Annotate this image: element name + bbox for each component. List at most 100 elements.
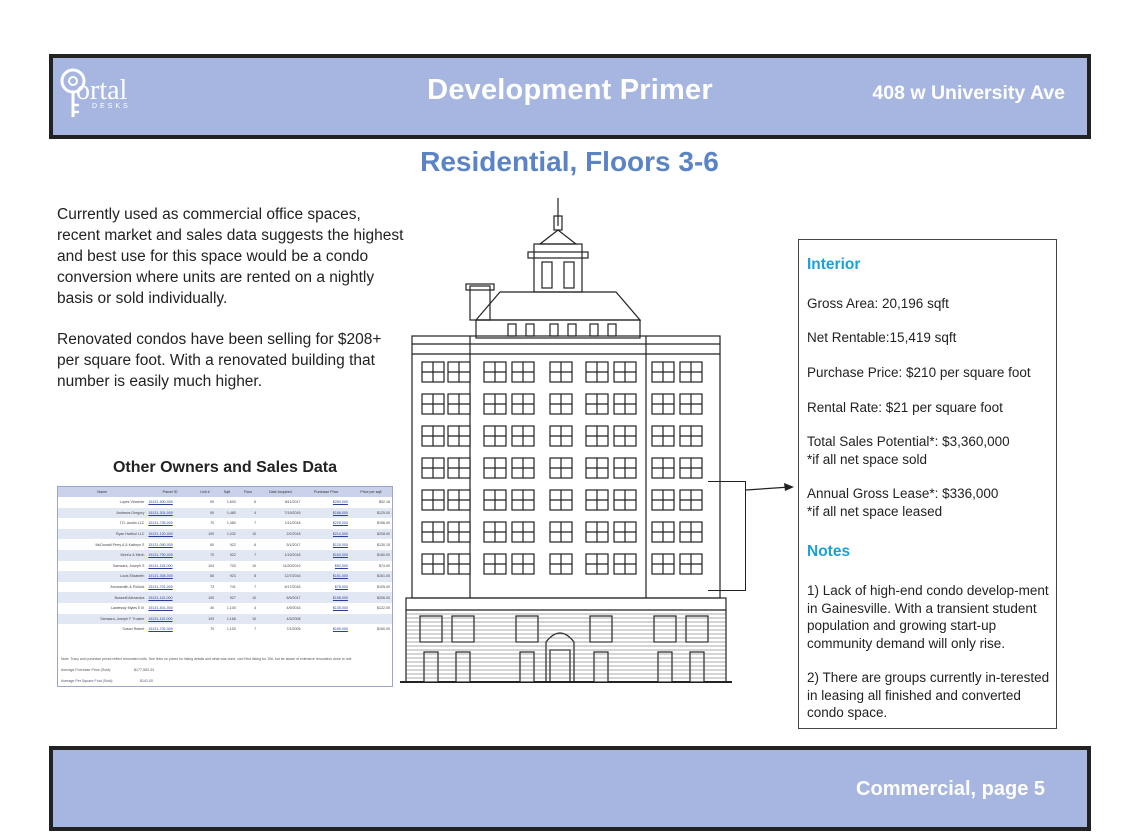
table-cell: T.D. Austin LLC bbox=[119, 521, 145, 526]
table-cell: $180.00 bbox=[349, 549, 392, 561]
table-cell: 4 bbox=[254, 606, 257, 611]
table-cell: $130.15 bbox=[377, 542, 390, 547]
table-cell: 7 bbox=[254, 627, 257, 632]
table-cell[interactable]: 15131-115-000 bbox=[146, 561, 193, 572]
table-cell: 923 bbox=[216, 571, 238, 582]
base-door bbox=[593, 651, 609, 683]
table-cell[interactable]: 15131-790-000 bbox=[146, 549, 194, 561]
table-cell: 1/11/2018 bbox=[284, 521, 301, 526]
table-cell: $105.00 bbox=[377, 585, 390, 590]
interior-heading: Interior bbox=[807, 256, 861, 273]
callout-bracket bbox=[708, 481, 746, 591]
net-rentable: Net Rentable:15,419 sqft bbox=[807, 330, 957, 345]
table-cell[interactable]: 15131-308-000 bbox=[146, 571, 194, 582]
table-cell[interactable]: $228,000 bbox=[303, 518, 350, 529]
table-cell[interactable]: $120,000 bbox=[303, 539, 350, 550]
sales-table: Name Parcel ID Unit # Sqft Floor Date Acquire… bbox=[58, 487, 392, 635]
table-cell: $156.00 bbox=[377, 521, 390, 526]
base-door bbox=[455, 651, 471, 683]
base-door bbox=[689, 651, 705, 683]
table-cell bbox=[349, 613, 392, 625]
table-cell: 7/1/2005 bbox=[286, 627, 301, 632]
table-cell: Arrowsmith & Pollock bbox=[110, 585, 145, 590]
table-cell: 1,100 bbox=[226, 606, 236, 611]
intro-paragraph-1: Currently used as commercial office spac… bbox=[57, 206, 404, 307]
table-cell: McDonald Perry A & Kathryn S bbox=[95, 542, 145, 547]
sales-footnote: *if all net space sold bbox=[807, 452, 928, 467]
table-cell[interactable]: $135,000 bbox=[303, 603, 350, 614]
table-cell: Bussetti Alexandra bbox=[58, 592, 147, 603]
table-cell[interactable]: $188,000 bbox=[302, 507, 350, 519]
table-header-cell: Sqft bbox=[216, 487, 238, 497]
page-label: Commercial, page 5 bbox=[856, 778, 1045, 800]
table-cell: 8 bbox=[237, 571, 259, 582]
table-cell[interactable]: $78,000 bbox=[303, 582, 350, 593]
avg-purchase-value: $177,583.33 bbox=[134, 668, 154, 672]
base-door bbox=[519, 651, 535, 683]
table-cell: 6 bbox=[254, 542, 257, 547]
table-row: Arrowsmith & Pollock 15131-701-000 73 741 7 6… bbox=[58, 582, 392, 593]
table-cell[interactable]: 15131-701-000 bbox=[146, 582, 193, 593]
table-cell: 927 bbox=[216, 592, 238, 603]
table-row: Ryan Hartkol LLC 15131-120-000 100 1,032 10 2… bbox=[58, 528, 392, 540]
table-cell: $122.00 bbox=[377, 606, 390, 611]
table-cell: 70 bbox=[210, 521, 215, 526]
table-cell[interactable]: $52,000 bbox=[303, 561, 350, 572]
arrow-icon bbox=[745, 483, 794, 491]
sales-potential: Total Sales Potential*: $3,360,000 bbox=[807, 434, 1010, 449]
table-row: Lopez Vincente 15131-900-000 90 1,600 6 8/11/… bbox=[58, 497, 392, 508]
intro-text: Currently used as commercial office spac… bbox=[57, 204, 407, 392]
building-drawing bbox=[400, 198, 732, 683]
table-cell: 922 bbox=[229, 542, 236, 547]
table-cell: 4/9/2016 bbox=[286, 606, 301, 611]
table-cell: Susan Robert bbox=[122, 627, 145, 632]
table-cell: 80 bbox=[193, 571, 217, 582]
table-cell: 70 bbox=[193, 549, 217, 561]
table-row: Mont'a & Mirch 15131-790-000 70 922 7 1/19/20… bbox=[58, 549, 392, 561]
table-cell: $92.18 bbox=[379, 500, 390, 505]
table-cell: 8/11/2017 bbox=[284, 500, 301, 505]
table-cell: 7 bbox=[237, 549, 259, 561]
table-cell: 10 bbox=[252, 563, 257, 568]
table-row: Bussetti Alexandra 15131-110-000 100 927 10 6… bbox=[58, 592, 392, 603]
building-illustration bbox=[400, 196, 732, 688]
table-cell[interactable]: $198,000 bbox=[302, 592, 350, 603]
table-cell[interactable]: $165,000 bbox=[303, 624, 350, 635]
table-cell[interactable]: 15131-702-000 bbox=[146, 624, 193, 635]
table-row: Samsara, Joseph F Trustee 15131-110-000 10… bbox=[58, 613, 392, 625]
table-cell[interactable]: 15131-120-000 bbox=[146, 528, 194, 540]
table-cell[interactable]: 15131-301-000 bbox=[146, 507, 194, 519]
table-cell: 1,600 bbox=[226, 500, 236, 505]
table-cell: 5/1/2017 bbox=[286, 542, 301, 547]
sales-table-image: Name Parcel ID Unit # Sqft Floor Date Acquire… bbox=[57, 486, 393, 687]
table-cell[interactable]: $283,000 bbox=[303, 497, 350, 508]
base-door bbox=[657, 651, 673, 683]
table-cell[interactable]: $151,000 bbox=[302, 571, 350, 582]
table-cell[interactable]: 15131-900-000 bbox=[146, 497, 193, 508]
table-cell: $206.00 bbox=[349, 592, 392, 603]
table-cell[interactable]: $163,000 bbox=[302, 549, 350, 561]
table-cell: 90 bbox=[210, 500, 215, 505]
table-cell[interactable]: 15131-110-000 bbox=[146, 613, 194, 625]
table-cell: 6 bbox=[254, 500, 257, 505]
avg-sqft-label: Average Per Square Foot (Sold): bbox=[61, 679, 114, 683]
table-cell: 104 bbox=[208, 563, 215, 568]
note-1: 1) Lack of high-end condo develop-ment i… bbox=[807, 583, 1049, 651]
table-cell: Samsara, Joseph F Trustee bbox=[58, 613, 147, 625]
table-cell[interactable] bbox=[302, 613, 350, 625]
table-row: Samsara, Joseph S 15131-115-000 104 703 10 11… bbox=[58, 561, 392, 572]
table-cell: 922 bbox=[216, 549, 238, 561]
rental-rate: Rental Rate: $21 per square foot bbox=[807, 400, 1003, 415]
table-cell: $150.00 bbox=[377, 627, 390, 632]
table-cell: 60 bbox=[210, 542, 215, 547]
base-door bbox=[423, 651, 439, 683]
table-cell: $74.00 bbox=[379, 563, 390, 568]
table-cell[interactable]: $214,500 bbox=[302, 528, 350, 540]
table-cell[interactable]: 15131-110-000 bbox=[146, 592, 194, 603]
table-cell[interactable]: 15131-090-000 bbox=[146, 539, 193, 550]
table-cell[interactable]: 15131-401-000 bbox=[146, 603, 193, 614]
notes-heading: Notes bbox=[807, 543, 851, 560]
table-cell[interactable]: 15131-735-000 bbox=[146, 518, 193, 529]
lease-footnote: *if all net space leased bbox=[807, 504, 943, 519]
table-cell: 11/20/2019 bbox=[282, 563, 301, 568]
